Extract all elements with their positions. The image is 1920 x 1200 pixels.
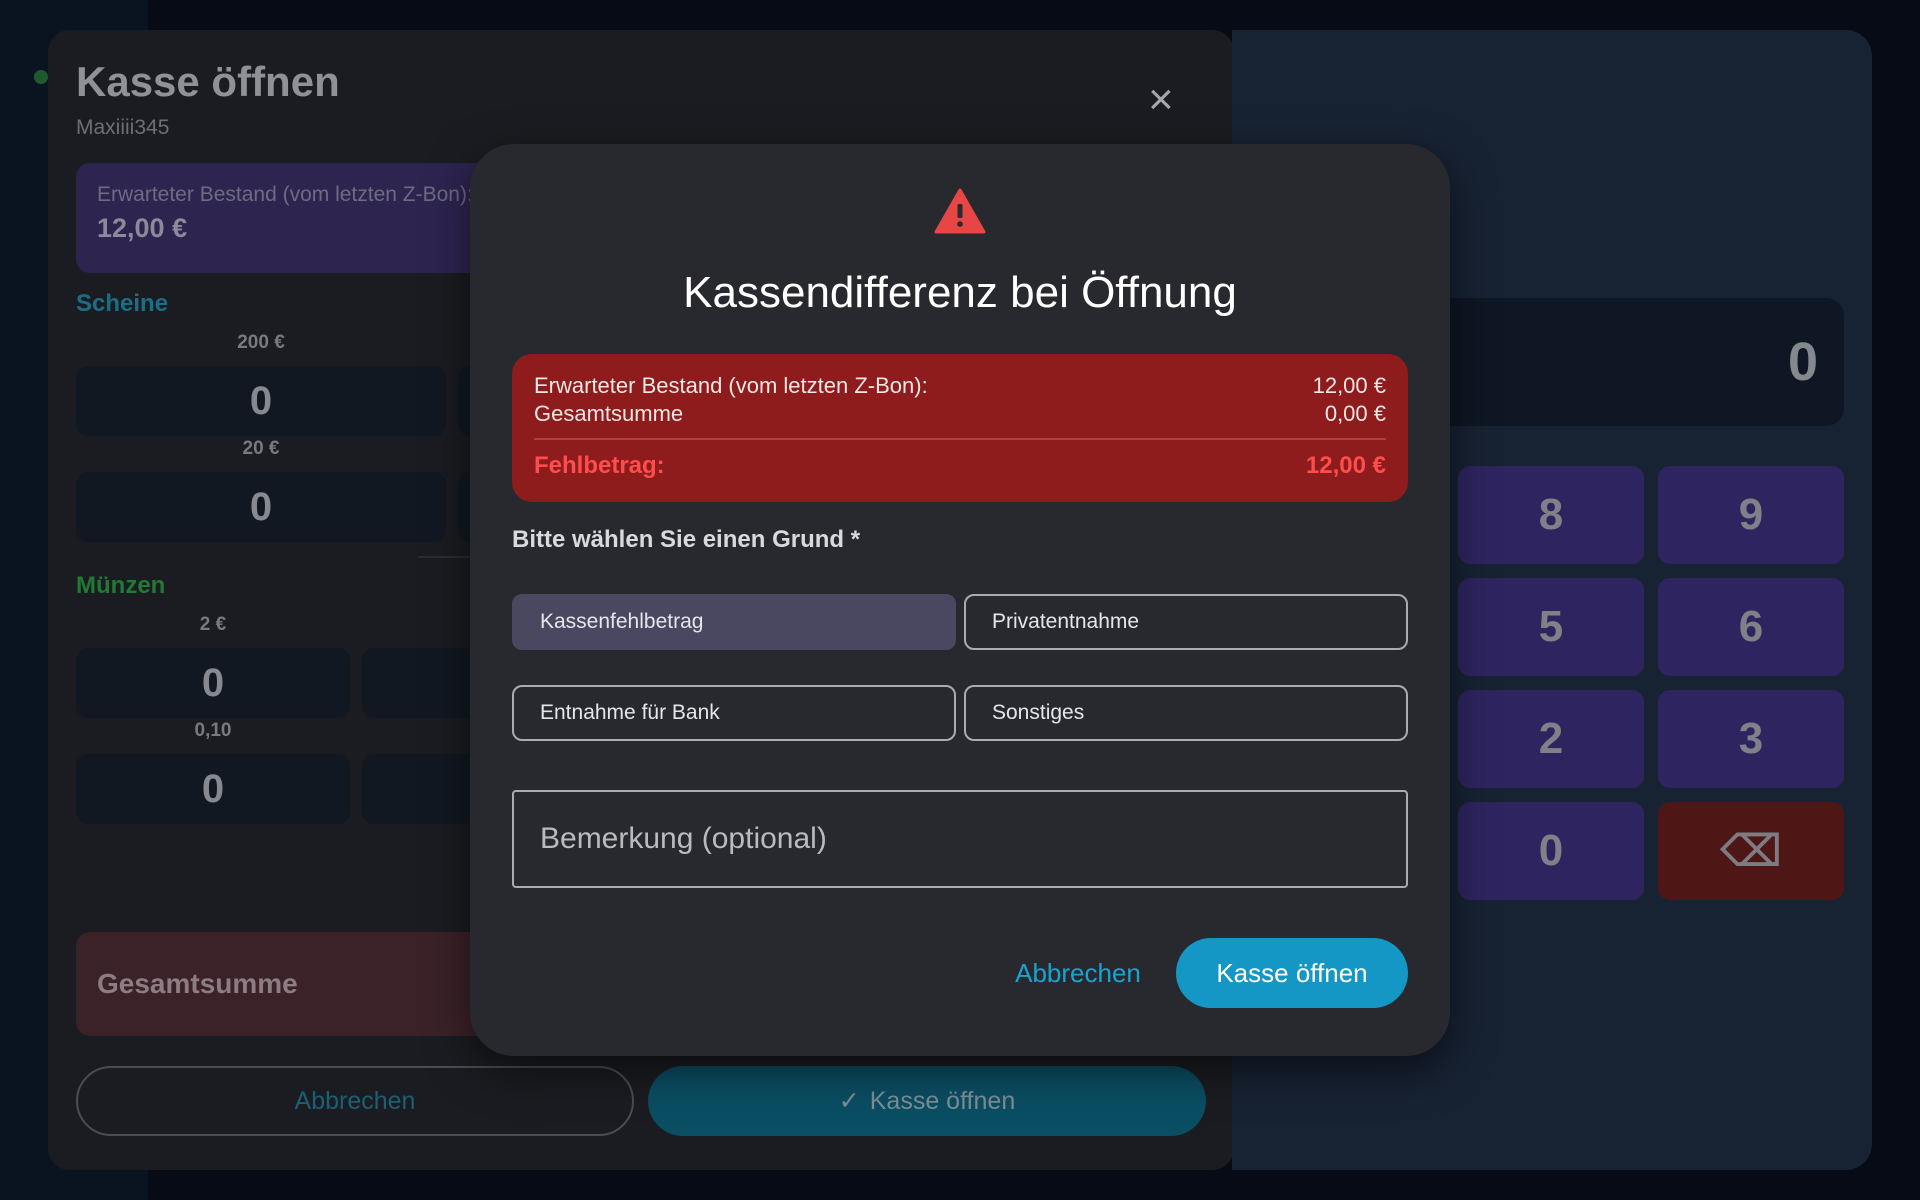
denomination-label: 200 €: [237, 332, 285, 353]
keypad-key-0[interactable]: 0: [1458, 802, 1644, 900]
summary-divider: [534, 438, 1386, 440]
check-icon: ✓: [838, 1087, 860, 1115]
reason-option-sonstiges[interactable]: Sonstiges: [964, 685, 1408, 741]
reason-option-label: Entnahme für Bank: [540, 701, 720, 724]
summary-total-label: Gesamtsumme: [534, 401, 684, 426]
denomination-label: 2 €: [199, 614, 227, 635]
reason-option-label: Sonstiges: [992, 701, 1085, 724]
keypad-key-6[interactable]: 6: [1658, 578, 1844, 676]
expected-balance-label: Erwarteter Bestand (vom letzten Z-Bon):: [97, 183, 473, 206]
summary-row-expected: Erwarteter Bestand (vom letzten Z-Bon): …: [534, 372, 1386, 400]
remark-input[interactable]: [512, 790, 1408, 888]
page-title: Kasse öffnen: [76, 58, 340, 105]
expected-balance-value: 12,00 €: [97, 213, 188, 243]
total-label: Gesamtsumme: [97, 968, 298, 999]
summary-row-missing: Fehlbetrag: 12,00 €: [534, 452, 1386, 480]
user-name: Maxiiii345: [76, 116, 170, 139]
background-open-button[interactable]: ✓ Kasse öffnen: [648, 1066, 1206, 1136]
keypad-key-9[interactable]: 9: [1658, 466, 1844, 564]
denomination-count[interactable]: 0: [76, 472, 446, 542]
reason-option-label: Kassenfehlbetrag: [540, 610, 704, 633]
keypad-display: 0: [1432, 298, 1844, 426]
summary-row-total: Gesamtsumme 0,00 €: [534, 400, 1386, 428]
keypad-key-2[interactable]: 2: [1458, 690, 1644, 788]
cancel-button[interactable]: Abbrechen: [1004, 938, 1152, 1008]
summary-missing-value: 12,00 €: [1305, 452, 1386, 479]
reason-option-kassenfehlbetrag[interactable]: Kassenfehlbetrag: [512, 594, 956, 650]
denomination-count[interactable]: 0: [76, 366, 446, 436]
reason-option-label: Privatentnahme: [992, 610, 1140, 633]
section-notes: Scheine: [76, 290, 169, 317]
background-cancel-label: Abbrechen: [294, 1086, 416, 1115]
section-coins: Münzen: [76, 572, 166, 599]
close-icon[interactable]: ×: [1148, 78, 1174, 122]
denomination-label: 0,10: [194, 720, 232, 741]
keypad-key-5[interactable]: 5: [1458, 578, 1644, 676]
background-open-label: Kasse öffnen: [869, 1086, 1016, 1115]
total-card: Gesamtsumme: [76, 932, 496, 1036]
dialog-title: Kassendifferenz bei Öffnung: [683, 268, 1237, 317]
denomination-count[interactable]: 0: [76, 648, 350, 718]
reason-label: Bitte wählen Sie einen Grund *: [512, 526, 861, 553]
denomination-label: 20 €: [242, 438, 280, 459]
summary-total-value: 0,00 €: [1324, 401, 1386, 426]
summary-expected-value: 12,00 €: [1312, 373, 1386, 398]
summary-expected-label: Erwarteter Bestand (vom letzten Z-Bon):: [534, 373, 928, 398]
denomination-count[interactable]: 0: [76, 754, 350, 824]
expected-balance-card: Erwarteter Bestand (vom letzten Z-Bon): …: [76, 163, 496, 273]
cancel-label: Abbrechen: [1015, 957, 1141, 988]
keypad-key-3[interactable]: 3: [1658, 690, 1844, 788]
open-register-label: Kasse öffnen: [1216, 957, 1368, 988]
divider: [418, 556, 474, 558]
warning-icon: [934, 188, 986, 234]
keypad-key-8[interactable]: 8: [1458, 466, 1644, 564]
backspace-icon[interactable]: ⌫: [1658, 802, 1844, 900]
status-dot: [34, 70, 48, 84]
background-cancel-button[interactable]: Abbrechen: [76, 1066, 634, 1136]
summary-missing-label: Fehlbetrag:: [534, 452, 665, 479]
reason-option-entnahme-fuer-bank[interactable]: Entnahme für Bank: [512, 685, 956, 741]
reason-option-privatentnahme[interactable]: Privatentnahme: [964, 594, 1408, 650]
open-register-button[interactable]: Kasse öffnen: [1176, 938, 1408, 1008]
difference-summary: Erwarteter Bestand (vom letzten Z-Bon): …: [512, 354, 1408, 502]
